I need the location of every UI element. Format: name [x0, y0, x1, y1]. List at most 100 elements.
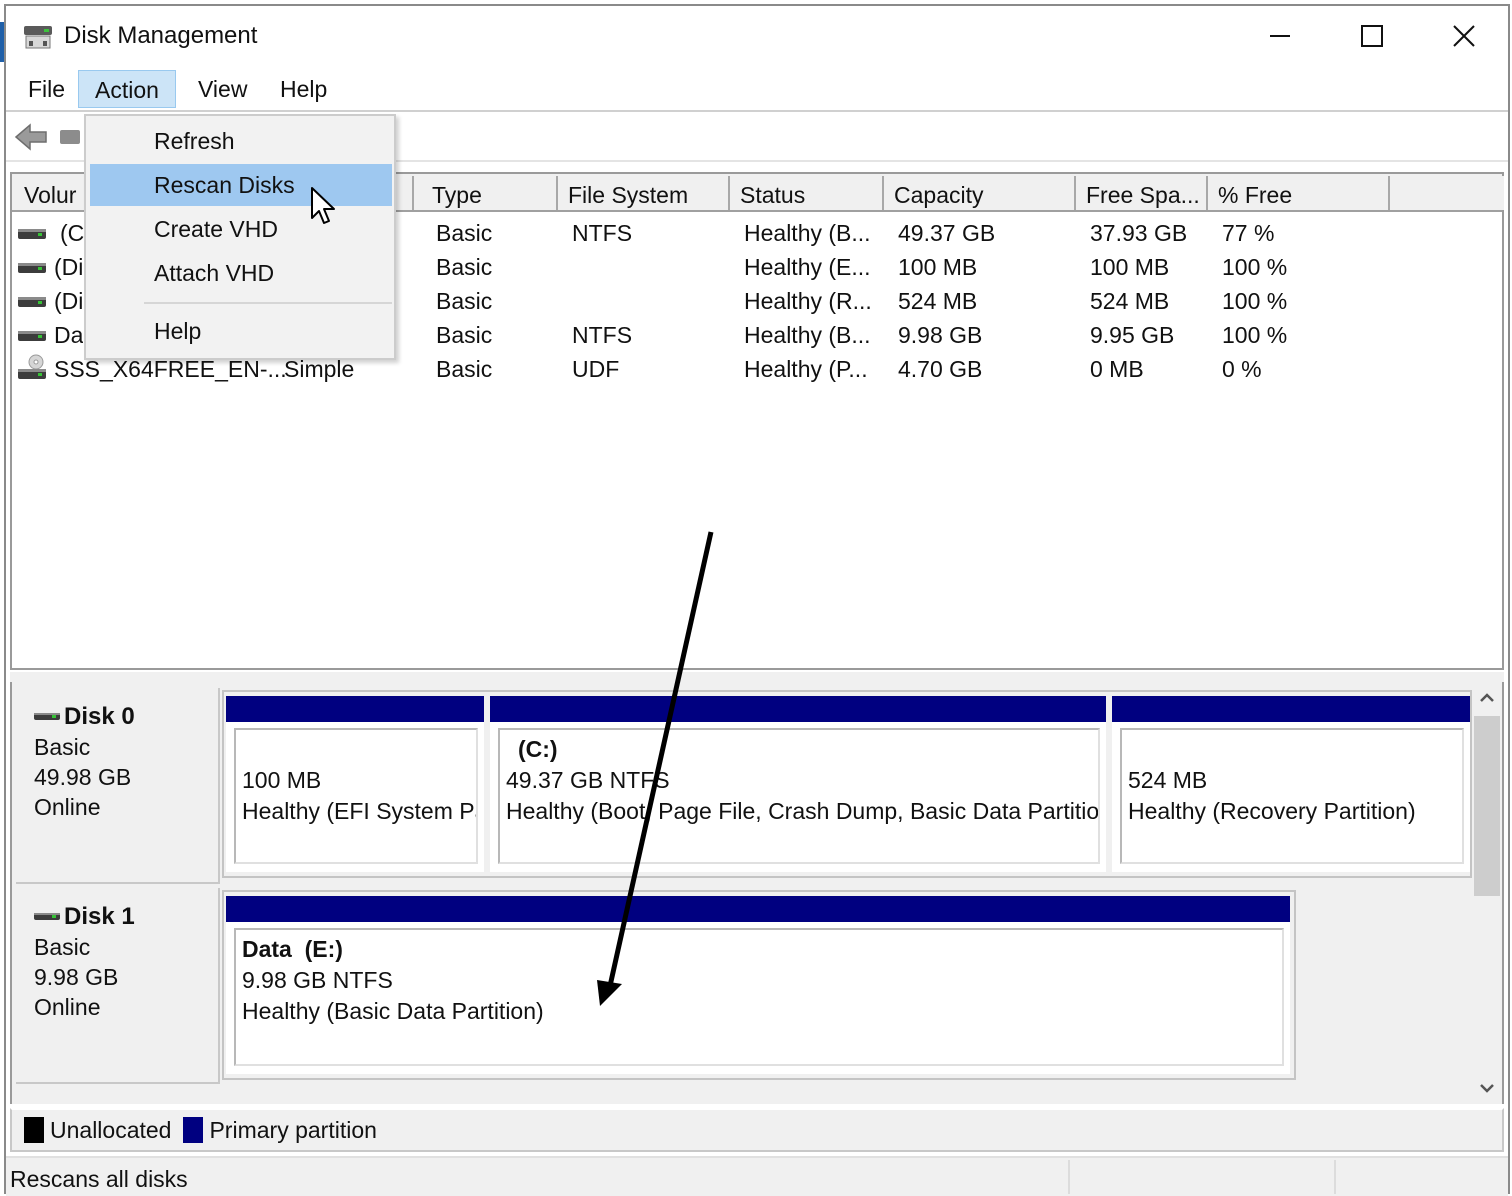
partition-recovery[interactable]: 524 MB Healthy (Recovery Partition)	[1112, 696, 1470, 872]
disk-1-type: Basic	[34, 934, 91, 960]
cell-volume: (Di	[54, 288, 84, 314]
partition-efi-body: 100 MB Healthy (EFI System Pa	[234, 728, 478, 864]
chevron-up-icon	[1480, 693, 1494, 702]
disk-0-type: Basic	[34, 734, 91, 760]
cell-volume: (C	[60, 220, 85, 246]
close-icon	[1453, 25, 1475, 47]
cell-free-space: 0 MB	[1090, 356, 1144, 382]
unallocated-swatch	[24, 1117, 44, 1143]
legend: Unallocated Primary partition	[10, 1108, 1504, 1152]
column-header-file-system[interactable]: File System	[558, 176, 730, 210]
scroll-up-button[interactable]	[1472, 684, 1502, 712]
partition-c-title: (C:)	[518, 736, 558, 762]
minimize-icon	[1270, 35, 1290, 37]
cell-percent-free: 100 %	[1222, 322, 1288, 348]
primary-partition-bar	[490, 696, 1106, 722]
cell-volume: Da	[54, 322, 84, 348]
cell-percent-free: 0 %	[1222, 356, 1262, 382]
disk-1-label[interactable]: Disk 1 Basic 9.98 GB Online	[16, 888, 220, 1084]
close-button[interactable]	[1434, 14, 1494, 58]
menu-action[interactable]: Action	[78, 70, 176, 108]
menu-item-create-vhd[interactable]: Create VHD	[90, 208, 392, 250]
cell-status: Healthy (B...	[744, 322, 871, 348]
disk-graphical-view: Disk 0 Basic 49.98 GB Online 100 MB Heal…	[10, 682, 1504, 1104]
cell-type: Basic	[436, 356, 493, 382]
partition-data-e-body: Data (E:) 9.98 GB NTFS Healthy (Basic Da…	[234, 928, 1284, 1066]
partition-efi-status: Healthy (EFI System Pa	[242, 798, 478, 824]
cell-volume: (Di	[54, 254, 84, 280]
column-header-type[interactable]: Type	[422, 176, 558, 210]
minimize-button[interactable]	[1250, 14, 1310, 58]
column-header-capacity[interactable]: Capacity	[884, 176, 1076, 210]
menu-item-help[interactable]: Help	[90, 310, 392, 352]
menu-file[interactable]: File	[12, 70, 81, 108]
hard-drive-icon	[18, 331, 46, 341]
disk-0-label[interactable]: Disk 0 Basic 49.98 GB Online	[16, 688, 220, 884]
hard-drive-icon	[18, 297, 46, 307]
disk-0-name-row: Disk 0	[34, 702, 200, 732]
partition-efi-title	[242, 734, 470, 765]
menu-view[interactable]: View	[182, 70, 263, 108]
cell-free-space: 100 MB	[1090, 254, 1170, 280]
cell-free-space: 37.93 GB	[1090, 220, 1188, 246]
maximize-button[interactable]	[1342, 14, 1402, 58]
hard-drive-icon	[34, 913, 60, 920]
status-divider	[1334, 1160, 1336, 1194]
scroll-down-button[interactable]	[1472, 1074, 1502, 1102]
menu-bar: File Action View Help	[6, 66, 1508, 110]
cell-free-space: 9.95 GB	[1090, 322, 1175, 348]
cell-volume: SSS_X64FREE_EN-...	[54, 356, 287, 382]
cell-status: Healthy (R...	[744, 288, 872, 314]
hard-drive-icon	[18, 263, 46, 273]
column-header-status[interactable]: Status	[730, 176, 884, 210]
disk-0-partitions: 100 MB Healthy (EFI System Pa (C:) 49.37…	[222, 690, 1472, 878]
partition-c-body: (C:) 49.37 GB NTFS Healthy (Boot, Page F…	[498, 728, 1100, 864]
disk-management-window: Disk Management File Action View Help Vo…	[4, 4, 1510, 1196]
column-header-free-space[interactable]: Free Spa...	[1076, 176, 1208, 210]
primary-partition-bar	[226, 696, 484, 722]
menu-help[interactable]: Help	[264, 70, 343, 108]
primary-partition-swatch	[183, 1117, 204, 1143]
forward-arrow-icon[interactable]	[60, 130, 80, 144]
column-header-empty	[1390, 176, 1504, 210]
graphical-view-scrollbar[interactable]	[1472, 682, 1502, 1104]
partition-efi[interactable]: 100 MB Healthy (EFI System Pa	[226, 696, 484, 872]
cell-file-system: NTFS	[572, 220, 633, 246]
back-arrow-icon[interactable]	[14, 122, 48, 152]
partition-c[interactable]: (C:) 49.37 GB NTFS Healthy (Boot, Page F…	[490, 696, 1106, 872]
chevron-down-icon	[1480, 1084, 1494, 1093]
cell-percent-free: 100 %	[1222, 254, 1288, 280]
disk-0-state: Online	[34, 794, 101, 820]
status-text: Rescans all disks	[10, 1166, 188, 1192]
scrollbar-thumb[interactable]	[1474, 716, 1500, 896]
menu-item-attach-vhd[interactable]: Attach VHD	[90, 252, 392, 294]
disk-1-partitions: Data (E:) 9.98 GB NTFS Healthy (Basic Da…	[222, 890, 1296, 1080]
disk-management-icon	[24, 26, 52, 49]
column-header-percent-free[interactable]: % Free	[1208, 176, 1390, 210]
disk-0-name: Disk 0	[64, 703, 135, 730]
partition-recovery-size: 524 MB	[1128, 767, 1208, 793]
hard-drive-icon	[34, 713, 60, 720]
menu-separator	[144, 302, 392, 304]
title-bar: Disk Management	[6, 6, 1508, 62]
cell-type: Basic	[436, 220, 493, 246]
partition-data-e[interactable]: Data (E:) 9.98 GB NTFS Healthy (Basic Da…	[226, 896, 1290, 1074]
menu-item-rescan-disks[interactable]: Rescan Disks	[90, 164, 392, 206]
primary-partition-bar	[1112, 696, 1470, 722]
partition-data-e-title: Data (E:)	[242, 936, 343, 962]
status-divider	[1068, 1160, 1070, 1194]
cell-type: Basic	[436, 322, 493, 348]
partition-recovery-body: 524 MB Healthy (Recovery Partition)	[1120, 728, 1464, 864]
pane-splitter[interactable]	[10, 672, 1504, 682]
cell-capacity: 4.70 GB	[898, 356, 983, 382]
cell-type: Basic	[436, 288, 493, 314]
cell-type: Basic	[436, 254, 493, 280]
cell-free-space: 524 MB	[1090, 288, 1170, 314]
hard-drive-icon	[18, 229, 46, 239]
disk-1-state: Online	[34, 994, 101, 1020]
cell-capacity: 524 MB	[898, 288, 978, 314]
partition-data-e-status: Healthy (Basic Data Partition)	[242, 998, 544, 1024]
menu-item-refresh[interactable]: Refresh	[90, 120, 392, 162]
partition-efi-size: 100 MB	[242, 767, 322, 793]
partition-recovery-status: Healthy (Recovery Partition)	[1128, 798, 1416, 824]
